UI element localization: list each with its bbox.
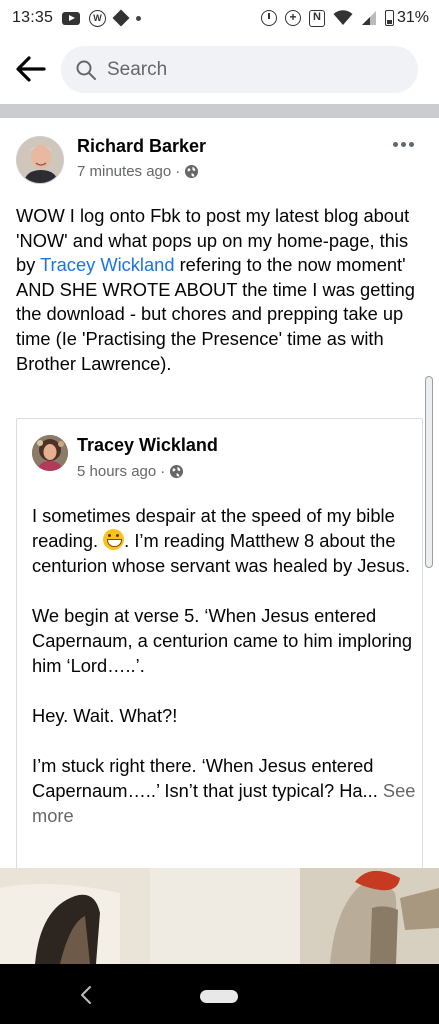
search-input[interactable]: Search <box>61 46 418 93</box>
battery-indicator: 31% <box>384 9 429 27</box>
nav-back-icon[interactable] <box>76 983 96 1007</box>
back-arrow-icon[interactable] <box>14 54 48 84</box>
search-placeholder: Search <box>107 58 168 80</box>
section-divider <box>0 104 439 118</box>
shared-meta-separator: · <box>160 463 166 480</box>
post-meta: 7 minutes ago · <box>77 163 199 180</box>
shared-paragraph-4-text: I’m stuck right there. ‘When Jesus enter… <box>32 755 378 801</box>
shared-avatar-photo <box>32 435 68 471</box>
dot-icon <box>136 15 142 21</box>
nav-home-pill[interactable] <box>200 990 238 1003</box>
post-image[interactable] <box>0 868 439 964</box>
status-bar: 13:35 W + N 31% <box>0 0 439 36</box>
scrollbar[interactable] <box>425 376 433 568</box>
diamond-icon <box>112 9 130 27</box>
youtube-icon <box>62 11 81 25</box>
post-time[interactable]: 7 minutes ago <box>77 163 171 180</box>
system-nav-bar <box>0 964 439 1024</box>
shared-paragraph-3: Hey. Wait. What?! <box>32 705 178 726</box>
search-row: Search <box>0 42 439 98</box>
globe-icon <box>170 464 184 479</box>
shared-post-meta: 5 hours ago · <box>77 463 184 480</box>
meta-separator: · <box>175 163 181 180</box>
wifi-icon <box>333 10 353 25</box>
wordpress-icon: W <box>89 9 107 27</box>
alarm-icon <box>260 10 277 26</box>
grinning-emoji-icon <box>103 529 125 550</box>
shared-paragraph-1: I sometimes despair at the speed of my b… <box>32 503 418 578</box>
status-time: 13:35 <box>12 9 54 26</box>
more-options-icon[interactable] <box>393 142 419 152</box>
author-name[interactable]: Richard Barker <box>77 136 206 157</box>
post-text: WOW I log onto Fbk to post my latest blo… <box>16 204 426 376</box>
post-image-illustration <box>0 868 439 964</box>
shared-post-text: I sometimes despair at the speed of my b… <box>32 503 418 853</box>
search-icon <box>76 60 96 80</box>
globe-icon <box>185 164 199 179</box>
data-saver-icon: + <box>284 10 301 26</box>
mention-link[interactable]: Tracey Wickland <box>40 254 174 275</box>
battery-icon <box>384 10 394 26</box>
shared-paragraph-4: I’m stuck right there. ‘When Jesus enter… <box>32 753 418 828</box>
post-header: Richard Barker 7 minutes ago · <box>0 128 439 190</box>
avatar-photo <box>17 137 63 183</box>
avatar[interactable] <box>16 136 64 184</box>
nfc-icon: N <box>308 9 325 27</box>
shared-post-time[interactable]: 5 hours ago <box>77 463 156 480</box>
signal-icon <box>361 11 376 25</box>
battery-percent: 31% <box>396 9 429 26</box>
shared-paragraph-2: We begin at verse 5. ‘When Jesus entered… <box>32 605 413 676</box>
shared-author-name[interactable]: Tracey Wickland <box>77 435 218 456</box>
shared-avatar[interactable] <box>32 435 68 471</box>
shared-post-card[interactable]: Tracey Wickland 5 hours ago · I sometime… <box>16 418 423 888</box>
